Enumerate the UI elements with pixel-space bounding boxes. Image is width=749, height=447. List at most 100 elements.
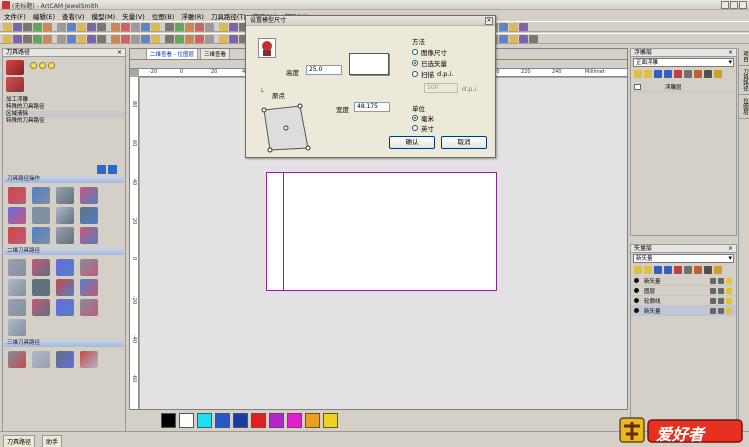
toolbar-tool-icon[interactable] (185, 34, 194, 43)
toolpath-strategy-icon[interactable] (56, 259, 74, 276)
method-image-size-radio[interactable]: 图像尺寸 (412, 47, 447, 57)
lock-icon[interactable] (710, 308, 716, 314)
toolpath-strategy-icon[interactable] (80, 207, 98, 224)
toolbar-tool-icon[interactable] (519, 34, 528, 43)
toolbar-tool-icon[interactable] (529, 34, 538, 43)
toolbar-tool-icon[interactable] (3, 34, 12, 43)
toolbar-tool-icon[interactable] (499, 22, 508, 31)
menu-bitmap[interactable]: 位图(B) (152, 11, 175, 21)
layer-tool-icon[interactable] (714, 70, 722, 78)
toolbar-tool-icon[interactable] (33, 34, 42, 43)
tab-2d-view[interactable]: 二维查看 - 位图层 (146, 49, 198, 59)
layer-tool-icon[interactable] (694, 266, 702, 274)
menu-file[interactable]: 文件(F) (4, 11, 26, 21)
toolbar-tool-icon[interactable] (97, 34, 106, 43)
close-icon[interactable]: × (728, 49, 733, 57)
toolbar-tool-icon[interactable] (67, 22, 76, 31)
toolpath-strategy-icon[interactable] (32, 259, 50, 276)
color-swatch[interactable] (305, 413, 320, 428)
unit-mm-radio[interactable]: 毫米 (412, 113, 434, 123)
toolpath-strategy-icon[interactable] (8, 187, 26, 204)
section-3d-toolpaths[interactable]: 三维刀具路径 (4, 340, 124, 347)
toolbar-tool-icon[interactable] (205, 34, 214, 43)
toolpath-strategy-icon[interactable] (80, 187, 98, 204)
toolbar-tool-icon[interactable] (165, 34, 174, 43)
layer-tool-icon[interactable] (664, 70, 672, 78)
minimize-button[interactable] (721, 1, 729, 9)
toolpath-strategy-icon[interactable] (80, 259, 98, 276)
toolpath-strategy-icon[interactable] (8, 207, 26, 224)
vector-layer-row[interactable]: 新矢量 (631, 306, 736, 316)
width-input[interactable]: 48.175 (354, 102, 390, 112)
bulb-icon[interactable] (726, 308, 732, 314)
side-tab-bitmap[interactable]: 位图层 (739, 95, 749, 119)
toolbar-tool-icon[interactable] (87, 34, 96, 43)
toolbar-tool-icon[interactable] (219, 34, 228, 43)
pen-icon[interactable] (718, 288, 724, 294)
toolbar-tool-icon[interactable] (141, 22, 150, 31)
toolbar-tool-icon[interactable] (33, 22, 42, 31)
color-swatch[interactable] (251, 413, 266, 428)
toolpath-strategy-icon[interactable] (56, 351, 74, 368)
close-icon[interactable]: × (117, 49, 122, 57)
toolpath-strategy-icon[interactable] (8, 259, 26, 276)
bulb-icon[interactable] (39, 62, 46, 69)
pen-icon[interactable] (718, 298, 724, 304)
toolbar-tool-icon[interactable] (195, 22, 204, 31)
toolbar-tool-icon[interactable] (3, 22, 12, 31)
side-tab-project[interactable]: 项目 (739, 48, 749, 66)
toolbar-tool-icon[interactable] (205, 22, 214, 31)
layer-tool-icon[interactable] (704, 70, 712, 78)
toolbar-tool-icon[interactable] (175, 34, 184, 43)
toolbar-tool-icon[interactable] (23, 22, 32, 31)
vector-layer-row[interactable]: 轮廓线 (631, 296, 736, 306)
close-button[interactable] (739, 1, 747, 9)
toolpath-strategy-icon[interactable] (80, 299, 98, 316)
toolbar-tool-icon[interactable] (13, 22, 22, 31)
toolbar-tool-icon[interactable] (141, 34, 150, 43)
toolbar-tool-icon[interactable] (111, 22, 120, 31)
color-swatch[interactable] (323, 413, 338, 428)
layer-tool-icon[interactable] (684, 70, 692, 78)
toolbar-tool-icon[interactable] (23, 34, 32, 43)
toolbar-tool-icon[interactable] (67, 34, 76, 43)
bulb-icon[interactable] (726, 298, 732, 304)
toolpath-strategy-icon[interactable] (56, 279, 74, 296)
toolpath-strategy-icon[interactable] (32, 351, 50, 368)
toolpath-strategy-icon[interactable] (32, 227, 50, 244)
toolpath-strategy-icon[interactable] (80, 279, 98, 296)
color-swatch[interactable] (197, 413, 212, 428)
layer-tool-icon[interactable] (654, 70, 662, 78)
layer-tool-icon[interactable] (674, 266, 682, 274)
toolbar-tool-icon[interactable] (13, 34, 22, 43)
unit-inch-radio[interactable]: 英寸 (412, 123, 434, 133)
toolbar-tool-icon[interactable] (77, 34, 86, 43)
toolpath-strategy-icon[interactable] (8, 351, 26, 368)
toolpath-strategy-icon[interactable] (8, 319, 26, 336)
toolbar-tool-icon[interactable] (57, 34, 66, 43)
vector-layer-row[interactable]: 图层 (631, 286, 736, 296)
method-scan-radio[interactable]: 扫描 d.p.i. (412, 69, 453, 79)
color-swatch[interactable] (161, 413, 176, 428)
toolpath-strategy-icon[interactable] (32, 187, 50, 204)
toolpath-strategy-icon[interactable] (8, 227, 26, 244)
toolbar-tool-icon[interactable] (229, 34, 238, 43)
bulb-icon[interactable] (48, 62, 55, 69)
list-item[interactable]: 特殊的刀具路径 (6, 118, 125, 125)
toolbar-tool-icon[interactable] (165, 22, 174, 31)
maximize-button[interactable] (730, 1, 738, 9)
lock-icon[interactable] (710, 278, 716, 284)
toolpath-strategy-icon[interactable] (8, 279, 26, 296)
toolbar-tool-icon[interactable] (229, 22, 238, 31)
bulb-icon[interactable] (30, 62, 37, 69)
layer-tool-icon[interactable] (714, 266, 722, 274)
height-input[interactable]: 25.0 (306, 65, 342, 75)
color-swatch[interactable] (179, 413, 194, 428)
status-tab-assistant[interactable]: 助手 (42, 435, 63, 447)
menu-edit[interactable]: 编辑(E) (33, 11, 55, 21)
menu-vector[interactable]: 矢量(V) (122, 11, 145, 21)
toolbar-tool-icon[interactable] (219, 22, 228, 31)
toolbar-tool-icon[interactable] (43, 34, 52, 43)
color-swatch[interactable] (287, 413, 302, 428)
toolbar-tool-icon[interactable] (77, 22, 86, 31)
